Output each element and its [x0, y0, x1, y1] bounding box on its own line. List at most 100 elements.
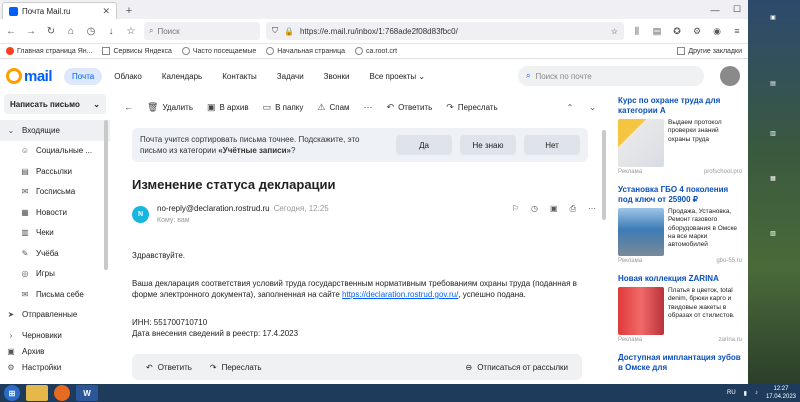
sidebar-item-social[interactable]: ☺ Социальные ... — [0, 141, 110, 162]
chevron-down-icon[interactable]: ⌄ — [93, 100, 100, 109]
at-logo-icon — [6, 68, 22, 84]
sidebar-item-archive[interactable]: ▣ Архив — [0, 346, 110, 358]
tab-cloud[interactable]: Облако — [106, 68, 150, 85]
move-to-folder-button[interactable]: ▭ В папку — [263, 102, 304, 113]
message-scrollbar[interactable] — [602, 130, 606, 220]
tab-calls[interactable]: Звонки — [316, 68, 358, 85]
more-icon[interactable]: ⋯ — [588, 204, 596, 214]
network-icon[interactable]: ▮ — [744, 390, 747, 397]
sidebar-item-drafts[interactable]: › Черновики — [0, 325, 110, 346]
browser-tab[interactable]: Почта Mail.ru ✕ — [2, 2, 117, 19]
forward-icon[interactable]: → — [24, 24, 38, 38]
settings-icon[interactable]: ⚙ — [690, 24, 704, 38]
collapse-icon[interactable]: ⌄ — [6, 126, 16, 135]
tab-contacts[interactable]: Контакты — [214, 68, 265, 85]
system-clock[interactable]: 12:27 17.04.2023 — [766, 385, 796, 401]
declaration-link[interactable]: https://declaration.rostrud.gov.ru/ — [342, 290, 458, 299]
forward-button[interactable]: ↷ Переслать — [446, 102, 497, 113]
compose-button[interactable]: Написать письмо ⌄ — [4, 94, 106, 114]
mail-logo[interactable]: mail — [6, 68, 53, 85]
bookmark-item[interactable]: Сервисы Яндекса — [102, 47, 172, 55]
new-tab-button[interactable]: + — [121, 2, 137, 19]
bookmark-icon[interactable]: ☆ — [124, 24, 138, 38]
archive-button[interactable]: ▣ В архив — [207, 102, 249, 113]
sidebar-item-sent[interactable]: ➤ Отправленные — [0, 305, 110, 326]
bookmark-item[interactable]: Главная страница Ян... — [6, 47, 92, 55]
back-button[interactable]: ← — [124, 102, 133, 112]
sidebar-item-receipts[interactable]: ▥ Чеки — [0, 223, 110, 244]
clock-icon[interactable]: ◷ — [531, 204, 538, 214]
chevron-up-icon[interactable]: ⌃ — [567, 103, 574, 112]
tab-tasks[interactable]: Задачи — [269, 68, 312, 85]
language-indicator[interactable]: RU — [727, 390, 736, 396]
account-icon[interactable]: ◉ — [710, 24, 724, 38]
sidebar-item-games[interactable]: ◎ Игры — [0, 264, 110, 285]
extension-icon[interactable]: ✪ — [670, 24, 684, 38]
history-icon[interactable]: ◷ — [84, 24, 98, 38]
sidebar-item-gov-mail[interactable]: ✉ Госписьма — [0, 182, 110, 203]
bookmark-item[interactable]: Часто посещаемые — [181, 47, 256, 55]
window-controls: — ☐ — [704, 0, 748, 19]
menu-icon[interactable]: ≡ — [730, 24, 744, 38]
forward-bottom-button[interactable]: ↷ Переслать — [210, 363, 262, 372]
maximize-button[interactable]: ☐ — [726, 0, 748, 19]
tab-all-projects[interactable]: Все проекты ⌄ — [361, 68, 433, 85]
chevron-down-icon[interactable]: ⌄ — [589, 103, 596, 112]
pdf-icon[interactable]: ▥ — [748, 130, 798, 137]
reload-icon[interactable]: ↻ — [44, 24, 58, 38]
desktop-icon[interactable]: ▧ — [748, 230, 798, 237]
dont-know-button[interactable]: Не знаю — [460, 135, 516, 155]
star-icon[interactable]: ☆ — [611, 27, 618, 36]
minimize-button[interactable]: — — [704, 0, 726, 19]
no-button[interactable]: Нет — [524, 135, 580, 155]
explorer-icon[interactable] — [26, 385, 48, 401]
yes-button[interactable]: Да — [396, 135, 452, 155]
sidebar-item-inbox[interactable]: ⌄ Входящие — [0, 120, 110, 141]
browser-search-input[interactable]: ⌕ Поиск — [144, 22, 260, 40]
close-tab-icon[interactable]: ✕ — [102, 6, 110, 17]
firefox-icon[interactable] — [54, 385, 70, 401]
sidebar-icon[interactable]: ▤ — [650, 24, 664, 38]
delete-button[interactable]: 🗑 Удалить — [147, 102, 193, 113]
sender-address[interactable]: no-reply@declaration.rostrud.ru — [157, 204, 270, 213]
mail-search-input[interactable]: ⌕ Поиск по почте — [518, 66, 704, 86]
lock-icon: 🔒 — [284, 26, 294, 36]
sidebar-scrollbar[interactable] — [104, 120, 108, 270]
bookmark-item[interactable]: ca.root.crt — [354, 47, 397, 55]
sidebar-item-study[interactable]: ✎ Учёба — [0, 243, 110, 264]
library-icon[interactable]: ⫼ — [630, 24, 644, 38]
word-icon[interactable]: W — [76, 385, 98, 401]
start-button[interactable]: ⊞ — [4, 385, 20, 401]
bookmark-item[interactable]: Начальная страница — [266, 47, 345, 55]
spam-button[interactable]: ⚠ Спам — [317, 102, 349, 113]
downloads-icon[interactable]: ↓ — [104, 24, 118, 38]
back-icon[interactable]: ← — [4, 24, 18, 38]
print-icon[interactable]: ⎙ — [570, 204, 576, 214]
sidebar-item-newsletters[interactable]: ▤ Рассылки — [0, 161, 110, 182]
games-icon: ◎ — [21, 269, 29, 279]
user-avatar[interactable] — [720, 66, 740, 86]
address-bar[interactable]: ⛉ 🔒 https://e.mail.ru/inbox/1:768ade2f08… — [266, 22, 624, 40]
archive-icon[interactable]: ▣ — [550, 204, 558, 214]
tab-mail[interactable]: Почта — [64, 67, 103, 85]
volume-icon[interactable]: ♪ — [755, 390, 758, 396]
desktop-icon[interactable]: ▦ — [748, 175, 798, 182]
sidebar-item-news[interactable]: ▦ Новости — [0, 202, 110, 223]
reply-bottom-button[interactable]: ↶ Ответить — [146, 363, 192, 372]
desktop-icon[interactable]: ▤ — [748, 80, 798, 87]
other-bookmarks[interactable]: Другие закладки — [677, 47, 742, 55]
ad-block[interactable]: Установка ГБО 4 поколения под ключ от 25… — [618, 185, 742, 264]
more-button[interactable]: ⋯ — [364, 102, 373, 113]
reply-button[interactable]: ↶ Ответить — [387, 102, 433, 113]
tab-calendar[interactable]: Календарь — [154, 68, 210, 85]
ad-block[interactable]: Курс по охране труда для категории А Выд… — [618, 96, 742, 175]
unsubscribe-button[interactable]: ⊖ Отписаться от рассылки — [466, 363, 569, 372]
ad-block[interactable]: Новая коллекция ZARINA Платья в цветок, … — [618, 274, 742, 343]
desktop-icon[interactable]: ▣ — [748, 14, 798, 21]
bookmark-icon[interactable]: ⚐ — [512, 204, 519, 214]
home-icon[interactable]: ⌂ — [64, 24, 78, 38]
sender-avatar[interactable]: N — [132, 206, 149, 223]
sidebar-item-settings[interactable]: ⚙ Настройки — [0, 358, 110, 379]
ad-block[interactable]: Доступная имплантация зубов в Омске для — [618, 353, 742, 373]
sidebar-item-self-mail[interactable]: ✉ Письма себе — [0, 284, 110, 305]
